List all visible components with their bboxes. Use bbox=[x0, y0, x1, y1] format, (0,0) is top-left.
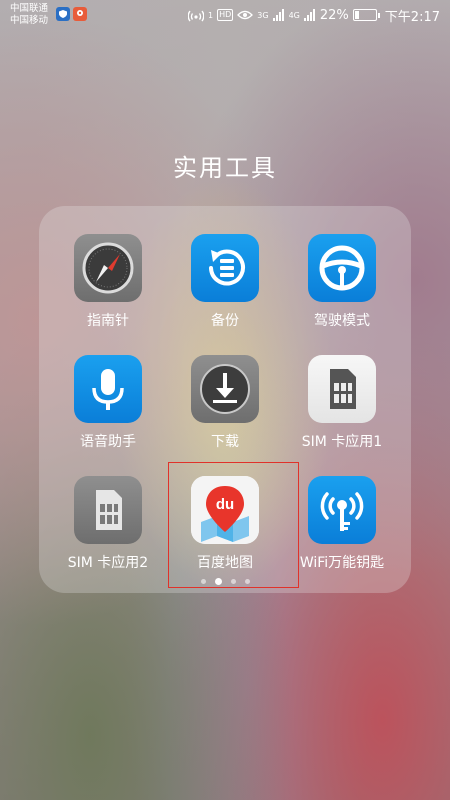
app-compass[interactable]: 指南针 bbox=[48, 234, 168, 334]
app-driving-mode[interactable]: 驾驶模式 bbox=[282, 234, 402, 334]
app-sim-2[interactable]: SIM 卡应用2 bbox=[48, 476, 168, 576]
network-3g: 3G bbox=[257, 10, 269, 20]
network-4g: 4G bbox=[288, 10, 300, 20]
app-download[interactable]: 下载 bbox=[165, 355, 285, 455]
microphone-icon bbox=[74, 355, 142, 423]
carrier-1: 中国联通 bbox=[10, 3, 49, 14]
page-indicator[interactable] bbox=[0, 578, 450, 585]
download-icon bbox=[191, 355, 259, 423]
backup-icon bbox=[191, 234, 259, 302]
folder-title[interactable]: 实用工具 bbox=[0, 148, 450, 183]
clock: 下午2:17 bbox=[384, 9, 440, 25]
signal-bars-icon bbox=[272, 9, 284, 21]
page-dot[interactable] bbox=[200, 579, 206, 584]
location-pin-icon bbox=[73, 7, 87, 21]
status-bar: 中国联通 中国移动 1 HD 3G 4G 22% 下午2:17 bbox=[0, 0, 450, 32]
app-voice-assistant[interactable]: 语音助手 bbox=[48, 355, 168, 455]
app-sim-1[interactable]: SIM 卡应用1 bbox=[282, 355, 402, 455]
app-wifi-key[interactable]: WiFi万能钥匙 bbox=[282, 476, 402, 576]
carrier-info: 中国联通 中国移动 bbox=[10, 3, 48, 27]
battery-fill bbox=[354, 11, 359, 19]
sim-card-icon bbox=[308, 355, 376, 423]
compass-icon bbox=[74, 234, 142, 302]
app-backup[interactable]: 备份 bbox=[165, 234, 285, 334]
shield-icon bbox=[56, 7, 70, 21]
signal-marker: 1 bbox=[208, 10, 214, 20]
carrier-2: 中国移动 bbox=[10, 15, 49, 26]
wifi-key-icon bbox=[308, 476, 376, 544]
page-dot[interactable] bbox=[214, 578, 222, 585]
home-screen: 中国联通 中国移动 1 HD 3G 4G 22% 下午2:17 实用工具 指南针… bbox=[0, 0, 450, 800]
steering-wheel-icon bbox=[308, 234, 376, 302]
app-label: SIM 卡应用1 bbox=[301, 434, 383, 450]
eye-icon bbox=[237, 10, 254, 20]
battery-icon bbox=[352, 9, 380, 21]
status-right: 1 HD 3G 4G 22% 下午2:17 bbox=[188, 6, 440, 25]
page-dot[interactable] bbox=[230, 579, 236, 584]
page-dot[interactable] bbox=[244, 579, 250, 584]
app-label: 驾驶模式 bbox=[314, 313, 370, 329]
highlight-box bbox=[168, 462, 299, 588]
hotspot-icon bbox=[188, 10, 205, 22]
signal-bars-icon-2 bbox=[303, 9, 315, 21]
battery-percent: 22% bbox=[319, 7, 349, 23]
sim-card-icon bbox=[74, 476, 142, 544]
hd-badge: HD bbox=[217, 9, 234, 21]
notification-icons bbox=[56, 7, 87, 21]
